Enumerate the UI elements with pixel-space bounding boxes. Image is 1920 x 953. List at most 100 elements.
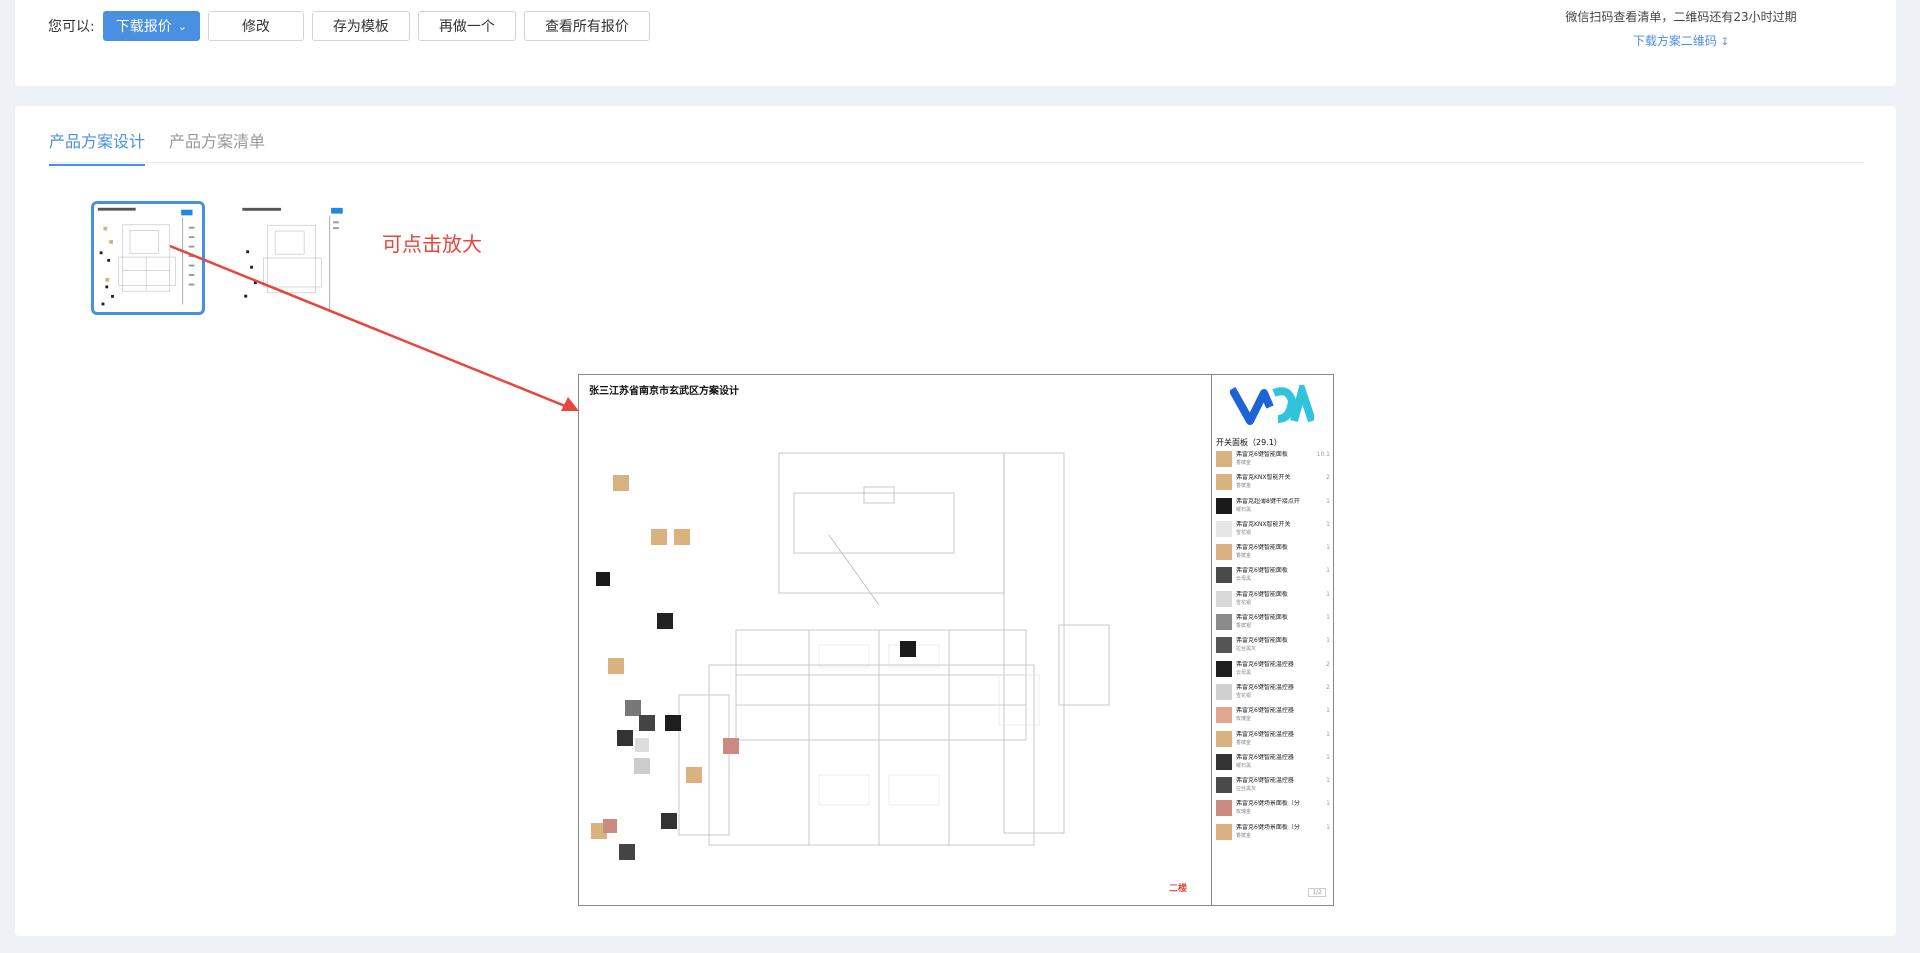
legend-item-finish: 香槟金 xyxy=(1236,553,1252,560)
save-template-button[interactable]: 存为模板 xyxy=(311,11,410,41)
legend-swatch xyxy=(1216,777,1232,794)
legend-item: 弗雷克6键智能面板 雪花银 1 xyxy=(1216,590,1332,614)
legend-item: 弗雷克6键智能面板 拉丝黑灰 1 xyxy=(1216,637,1332,660)
legend-text: 弗雷克6键智能温控器 雪花银 xyxy=(1236,684,1314,700)
brand-logo xyxy=(1230,385,1314,425)
legend-item-qty: 1 xyxy=(1326,497,1330,505)
legend-text: 弗雷克6键智能面板 拉丝黑灰 xyxy=(1236,637,1314,653)
modify-button[interactable]: 修改 xyxy=(207,11,304,41)
view-all-quotes-button[interactable]: 查看所有报价 xyxy=(523,11,650,41)
legend-item-qty: 2 xyxy=(1326,660,1330,668)
legend-item-name: 弗雷克超薄8键干接点开 xyxy=(1236,497,1300,505)
legend-swatch xyxy=(1216,730,1232,747)
legend-item-name: 弗雷克6键智能面板 xyxy=(1236,567,1288,575)
legend-item-name: 弗雷克6键智能面板 xyxy=(1236,614,1288,622)
legend-item-qty: 1 xyxy=(1326,823,1330,831)
legend-item: 弗雷克6键智能面板 香槟银 1 xyxy=(1216,614,1332,637)
legend-item-finish: 香槟银 xyxy=(1236,623,1252,630)
legend-item-finish: 拉丝黑灰 xyxy=(1236,646,1257,653)
actions-prompt: 您可以: xyxy=(48,19,95,35)
legend-item: 弗雷克6键智能面板 香槟金 1 xyxy=(1216,544,1332,567)
legend-item: 弗雷克6键场景面板（分 香槟金 1 xyxy=(1216,823,1332,847)
legend-heading: 开关面板（29.1） xyxy=(1216,438,1282,447)
legend-swatch xyxy=(1216,753,1232,770)
product-legend-panel: 开关面板（29.1） 弗雷克6键智能面板 香槟金 10.1 弗雷克KNX智能开关 香槟金… xyxy=(1211,375,1334,905)
legend-swatch xyxy=(1216,800,1232,817)
main-card: 产品方案设计 产品方案清单 可点击放大 张三江苏省南京市玄武区方案设计 二楼 开… xyxy=(15,106,1896,936)
legend-swatch xyxy=(1216,823,1232,840)
legend-item: 弗雷克6键智能温控器 云母黑 2 xyxy=(1216,660,1332,684)
legend-item-name: 弗雷克6键智能面板 xyxy=(1236,590,1288,598)
legend-item-finish: 香槟金 xyxy=(1236,832,1252,839)
legend-swatch xyxy=(1216,590,1232,607)
legend-item-finish: 香槟金 xyxy=(1236,739,1252,746)
legend-item-qty: 1 xyxy=(1326,520,1330,528)
legend-item: 弗雷克6键智能温控器 雪花银 2 xyxy=(1216,683,1332,707)
legend-swatch xyxy=(1216,707,1232,724)
actions-card: 您可以: 下载报价 ⌄ 修改 存为模板 再做一个 查看所有报价 微信扫码查看清单… xyxy=(15,0,1896,86)
legend-swatch xyxy=(1216,660,1232,677)
legend-item-qty: 1 xyxy=(1326,637,1330,645)
legend-item-qty: 1 xyxy=(1326,800,1330,808)
legend-item: 弗雷克6键智能温控器 拉丝黑灰 1 xyxy=(1216,777,1332,800)
design-preview[interactable]: 张三江苏省南京市玄武区方案设计 二楼 开关面板（29.1） 弗雷克6键智能面板 … xyxy=(578,374,1334,906)
download-qr-link[interactable]: 下载方案二维码 ↧ xyxy=(1551,32,1811,49)
legend-text: 弗雷克6键智能温控器 玫瑰金 xyxy=(1236,707,1314,723)
legend-item-name: 弗雷克KNX智能开关 xyxy=(1236,474,1291,482)
legend-item-name: 弗雷克6键智能温控器 xyxy=(1236,707,1294,715)
legend-item: 弗雷克6键智能温控器 曜石黑 1 xyxy=(1216,753,1332,777)
legend-item-name: 弗雷克6键智能温控器 xyxy=(1236,730,1294,738)
legend-item: 弗雷克6键智能温控器 香槟金 1 xyxy=(1216,730,1332,754)
legend-text: 弗雷克KNX智能开关 雪花银 xyxy=(1236,521,1314,537)
legend-item: 弗雷克6键场景面板（分 玫瑰金 1 xyxy=(1216,800,1332,823)
legend-item: 弗雷克KNX智能开关 香槟金 2 xyxy=(1216,474,1332,497)
legend-item-qty: 1 xyxy=(1326,590,1330,598)
legend-item: 弗雷克KNX智能开关 雪花银 1 xyxy=(1216,520,1332,544)
legend-item-finish: 云母黑 xyxy=(1236,669,1252,676)
legend-text: 弗雷克6键智能温控器 拉丝黑灰 xyxy=(1236,777,1314,793)
legend-text: 弗雷克KNX智能开关 香槟金 xyxy=(1236,474,1314,490)
legend-swatch xyxy=(1216,637,1232,654)
legend-item-qty: 1 xyxy=(1326,777,1330,785)
legend-item-finish: 玫瑰金 xyxy=(1236,716,1252,723)
legend-item: 弗雷克超薄8键干接点开 曜石黑 1 xyxy=(1216,497,1332,521)
actions-bar: 您可以: 下载报价 ⌄ 修改 存为模板 再做一个 查看所有报价 xyxy=(48,11,658,41)
redo-button[interactable]: 再做一个 xyxy=(417,11,516,41)
legend-item-name: 弗雷克6键智能温控器 xyxy=(1236,777,1294,785)
legend-item-name: 弗雷克6键智能温控器 xyxy=(1236,683,1294,691)
tab-bar: 产品方案设计 产品方案清单 xyxy=(49,128,289,166)
legend-text: 弗雷克超薄8键干接点开 曜石黑 xyxy=(1236,498,1314,514)
legend-swatch xyxy=(1216,683,1232,700)
tab-product-list[interactable]: 产品方案清单 xyxy=(169,128,265,166)
legend-item-finish: 拉丝黑灰 xyxy=(1236,786,1257,793)
device-markers xyxy=(591,475,916,860)
legend-swatch xyxy=(1216,614,1232,631)
legend-text: 弗雷克6键智能面板 香槟银 xyxy=(1236,614,1314,630)
legend-text: 弗雷克6键场景面板（分 香槟金 xyxy=(1236,824,1314,840)
legend-item-name: 弗雷克KNX智能开关 xyxy=(1236,520,1291,528)
download-quote-button[interactable]: 下载报价 ⌄ xyxy=(102,11,200,41)
legend-swatch xyxy=(1216,497,1232,514)
legend-item-finish: 曜石黑 xyxy=(1236,762,1252,769)
legend-item: 弗雷克6键智能面板 云母黑 1 xyxy=(1216,567,1332,590)
legend-text: 弗雷克6键智能面板 雪花银 xyxy=(1236,591,1314,607)
legend-swatch xyxy=(1216,451,1232,467)
legend-text: 弗雷克6键智能温控器 香槟金 xyxy=(1236,731,1314,747)
legend-item-finish: 云母黑 xyxy=(1236,576,1252,583)
legend-item: 弗雷克6键智能温控器 玫瑰金 1 xyxy=(1216,707,1332,730)
legend-item-finish: 雪花银 xyxy=(1236,599,1252,606)
tab-product-design[interactable]: 产品方案设计 xyxy=(49,128,146,166)
legend-item-name: 弗雷克6键智能温控器 xyxy=(1236,753,1294,761)
legend-swatch xyxy=(1216,474,1232,491)
arrow-annotation xyxy=(169,244,579,411)
qr-expiry-note: 微信扫码查看清单，二维码还有23小时过期 xyxy=(1565,10,1797,24)
legend-item-finish: 雪花银 xyxy=(1236,692,1252,699)
floor-plan-drawing xyxy=(591,452,1110,860)
legend-item-finish: 玫瑰金 xyxy=(1236,809,1252,816)
download-quote-label: 下载报价 xyxy=(115,19,172,35)
legend-item-finish: 曜石黑 xyxy=(1236,506,1252,513)
legend-text: 弗雷克6键智能温控器 云母黑 xyxy=(1236,661,1314,677)
legend-item-qty: 1 xyxy=(1326,707,1330,715)
floor-label: 二楼 xyxy=(1169,884,1188,894)
legend-item-qty: 1 xyxy=(1326,567,1330,575)
